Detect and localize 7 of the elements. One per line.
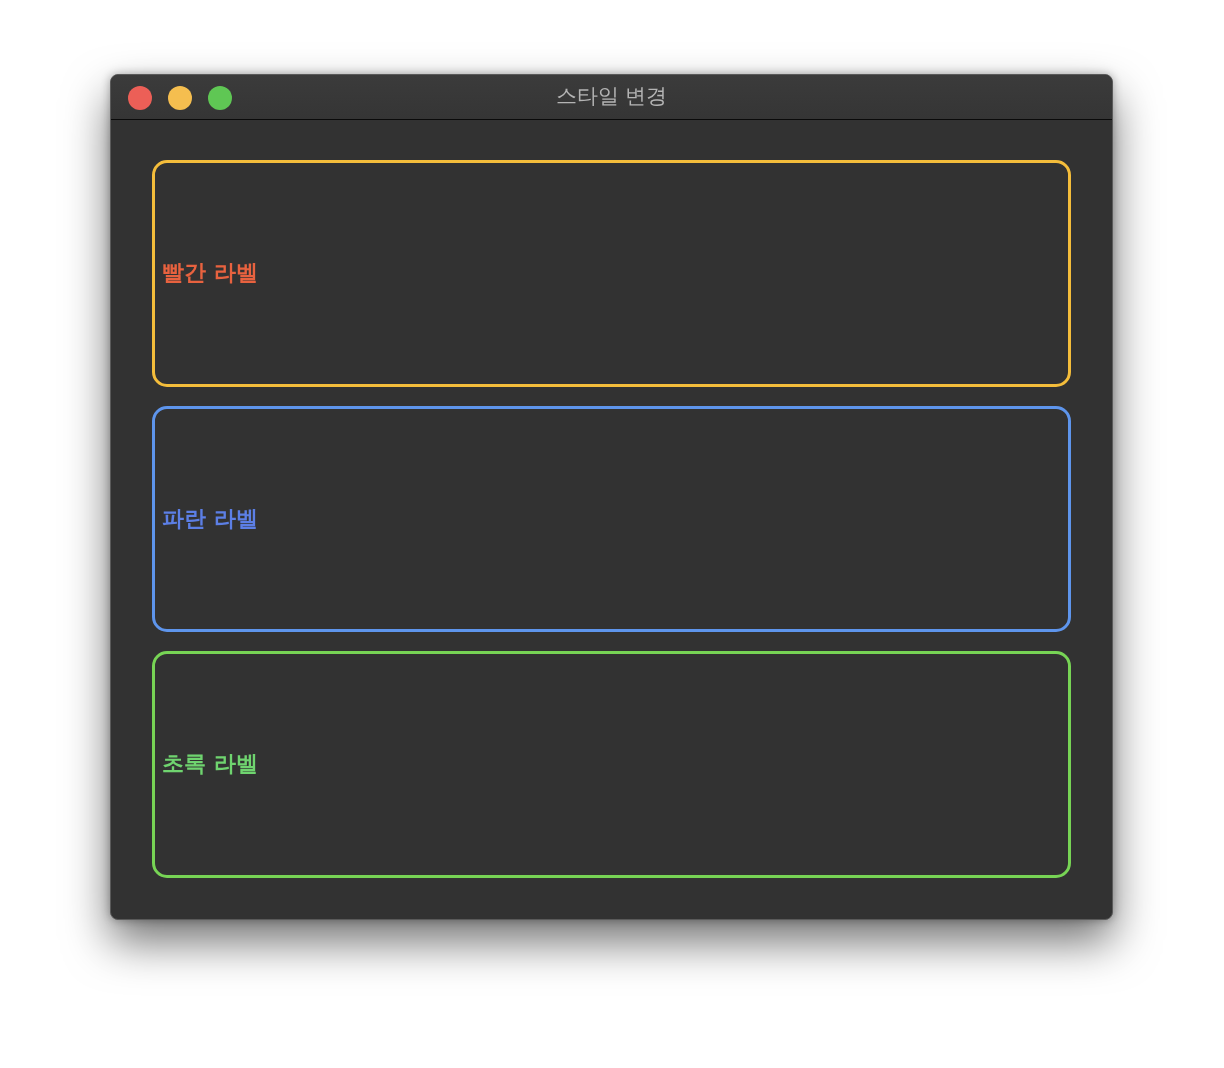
minimize-icon[interactable] (168, 86, 192, 110)
label-text: 파란 라벨 (162, 505, 258, 533)
close-icon[interactable] (128, 86, 152, 110)
window-title: 스타일 변경 (555, 84, 668, 110)
label-text: 초록 라벨 (162, 751, 258, 778)
zoom-icon[interactable] (208, 86, 232, 110)
label-text: 빨간 라벨 (162, 260, 258, 287)
